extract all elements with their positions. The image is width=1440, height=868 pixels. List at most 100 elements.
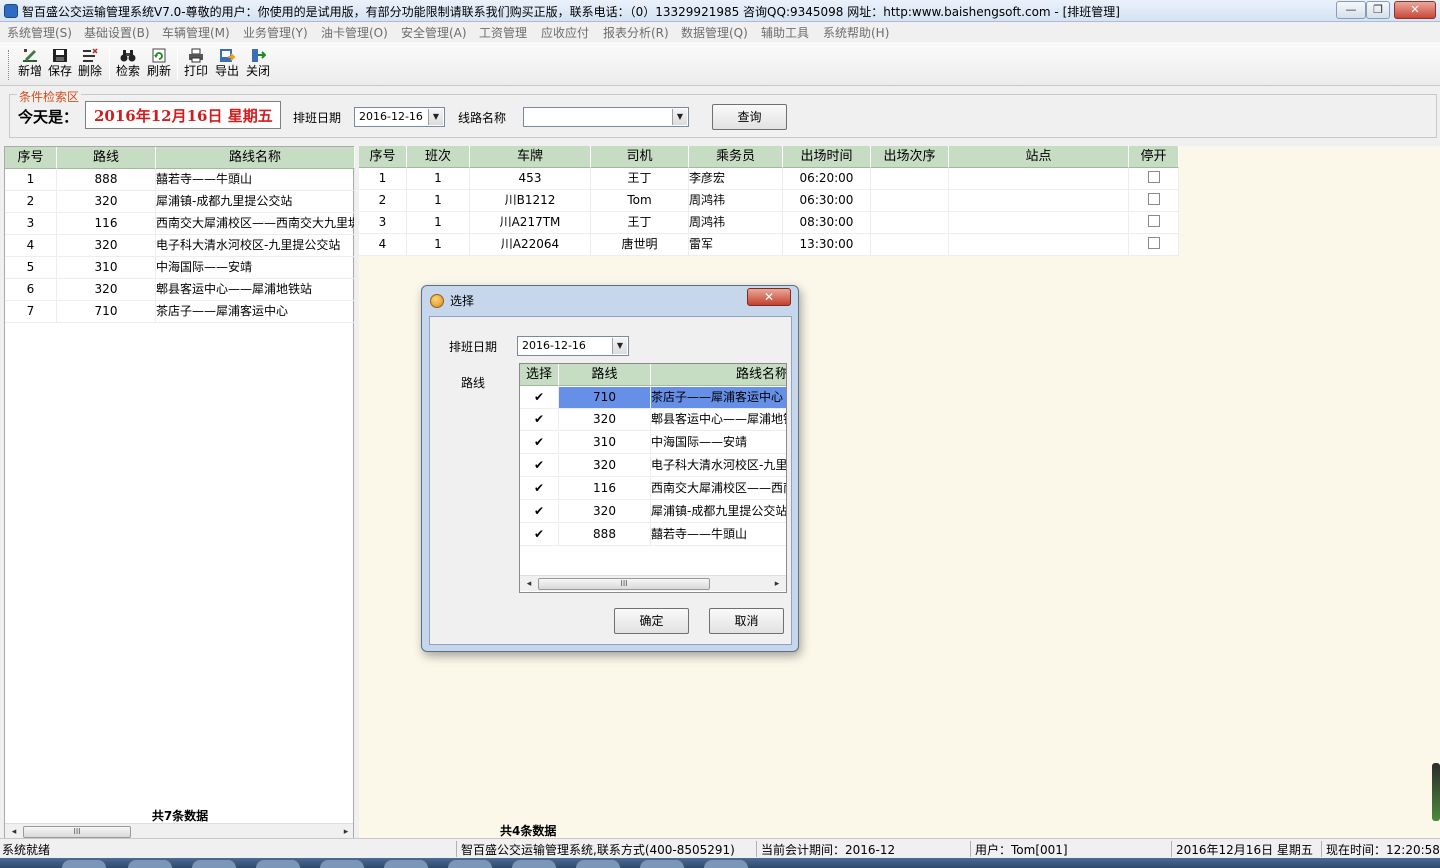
taskbar-app-icon[interactable]: [384, 860, 428, 868]
dropdown-arrow-icon[interactable]: ▼: [428, 109, 443, 125]
table-row[interactable]: 3 1 川A217TM 王丁 周鸿祎 08:30:00: [359, 212, 1179, 234]
column-header-station[interactable]: 站点: [949, 146, 1129, 168]
menu-system[interactable]: 系统管理(S): [7, 24, 72, 41]
delete-button[interactable]: 删除: [75, 46, 105, 84]
cancel-button[interactable]: 取消: [709, 608, 784, 634]
menu-basic-settings[interactable]: 基础设置(B): [84, 24, 150, 41]
cell-select[interactable]: ✔: [520, 524, 559, 546]
table-row[interactable]: ✔ 710 茶店子——犀浦客运中心: [520, 387, 786, 409]
suspend-checkbox[interactable]: [1148, 237, 1160, 249]
menu-receivables[interactable]: 应收应付: [541, 24, 589, 41]
suspend-checkbox[interactable]: [1148, 171, 1160, 183]
close-button[interactable]: ✕: [1394, 1, 1436, 19]
refresh-button[interactable]: 刷新: [144, 46, 174, 84]
taskbar-app-icon[interactable]: [62, 860, 106, 868]
column-header-conductor[interactable]: 乘务员: [689, 146, 783, 168]
menu-vehicles[interactable]: 车辆管理(M): [162, 24, 230, 41]
menu-help[interactable]: 系统帮助(H): [823, 24, 889, 41]
table-row[interactable]: ✔ 320 犀浦镇-成都九里提公交站: [520, 501, 786, 523]
menu-safety[interactable]: 安全管理(A): [401, 24, 467, 41]
column-header-depart-time[interactable]: 出场时间: [783, 146, 871, 168]
taskbar-app-icon[interactable]: [192, 860, 236, 868]
dialog-date-picker[interactable]: 2016-12-16 ▼: [517, 336, 629, 356]
cell-select[interactable]: ✔: [520, 478, 559, 500]
checkbox-checked-icon[interactable]: ✔: [534, 412, 544, 426]
column-header-route-name[interactable]: 路线名称: [651, 364, 786, 386]
cell-select[interactable]: ✔: [520, 432, 559, 454]
column-header-index[interactable]: 序号: [359, 146, 407, 168]
taskbar-app-icon[interactable]: [128, 860, 172, 868]
scroll-thumb[interactable]: III: [23, 826, 131, 838]
cell-select[interactable]: ✔: [520, 455, 559, 477]
taskbar-app-icon[interactable]: [448, 860, 492, 868]
menu-business[interactable]: 业务管理(Y): [243, 24, 308, 41]
table-row[interactable]: 1 1 453 王丁 李彦宏 06:20:00: [359, 168, 1179, 190]
checkbox-checked-icon[interactable]: ✔: [534, 458, 544, 472]
cell-select[interactable]: ✔: [520, 387, 559, 409]
add-button[interactable]: 新增: [15, 46, 45, 84]
taskbar-app-icon[interactable]: [576, 860, 620, 868]
suspend-checkbox[interactable]: [1148, 215, 1160, 227]
column-header-shift[interactable]: 班次: [407, 146, 470, 168]
maximize-button[interactable]: ❐: [1366, 1, 1390, 19]
menu-reports[interactable]: 报表分析(R): [603, 24, 669, 41]
menu-salary[interactable]: 工资管理: [479, 24, 527, 41]
route-name-select[interactable]: ▼: [523, 107, 689, 127]
save-button[interactable]: 保存: [45, 46, 75, 84]
close-tool-button[interactable]: 关闭: [243, 46, 273, 84]
taskbar-app-icon[interactable]: [256, 860, 300, 868]
dialog-close-button[interactable]: ✕: [747, 288, 791, 306]
table-row[interactable]: 7 710 茶店子——犀浦客运中心: [5, 301, 355, 323]
print-button[interactable]: 打印: [181, 46, 211, 84]
table-row[interactable]: 6 320 郫县客运中心——犀浦地铁站: [5, 279, 355, 301]
menu-data[interactable]: 数据管理(Q): [681, 24, 748, 41]
column-header-select[interactable]: 选择: [520, 364, 559, 386]
scroll-thumb[interactable]: III: [538, 578, 710, 590]
checkbox-checked-icon[interactable]: ✔: [534, 435, 544, 449]
column-header-suspend[interactable]: 停开: [1129, 146, 1179, 168]
ok-button[interactable]: 确定: [614, 608, 689, 634]
menu-tools[interactable]: 辅助工具: [761, 24, 809, 41]
table-row[interactable]: ✔ 116 西南交大犀浦校区——西南交大九里堤: [520, 478, 786, 500]
column-header-route[interactable]: 路线: [57, 147, 156, 169]
search-button[interactable]: 检索: [113, 46, 143, 84]
query-button[interactable]: 查询: [712, 104, 787, 130]
taskbar-app-icon[interactable]: [320, 860, 364, 868]
table-row[interactable]: 3 116 西南交大犀浦校区——西南交大九里堤: [5, 213, 355, 235]
checkbox-checked-icon[interactable]: ✔: [534, 481, 544, 495]
left-horizontal-scrollbar[interactable]: ◂ III ▸: [5, 823, 353, 839]
table-row[interactable]: 2 320 犀浦镇-成都九里提公交站: [5, 191, 355, 213]
table-row[interactable]: 4 320 电子科大清水河校区-九里提公交站: [5, 235, 355, 257]
table-row[interactable]: 5 310 中海国际——安靖: [5, 257, 355, 279]
cell-select[interactable]: ✔: [520, 409, 559, 431]
table-row[interactable]: 2 1 川B1212 Tom 周鸿祎 06:30:00: [359, 190, 1179, 212]
scroll-left-arrow[interactable]: ◂: [522, 577, 536, 591]
column-header-route[interactable]: 路线: [559, 364, 651, 386]
scroll-right-arrow[interactable]: ▸: [770, 577, 784, 591]
scroll-right-arrow[interactable]: ▸: [339, 825, 353, 839]
column-header-driver[interactable]: 司机: [591, 146, 689, 168]
checkbox-checked-icon[interactable]: ✔: [534, 504, 544, 518]
suspend-checkbox[interactable]: [1148, 193, 1160, 205]
taskbar-app-icon[interactable]: [704, 860, 748, 868]
export-button[interactable]: 导出: [212, 46, 242, 84]
taskbar-app-icon[interactable]: [640, 860, 684, 868]
cell-select[interactable]: ✔: [520, 501, 559, 523]
checkbox-checked-icon[interactable]: ✔: [534, 390, 544, 404]
column-header-index[interactable]: 序号: [5, 147, 57, 169]
schedule-date-picker[interactable]: 2016-12-16 ▼: [354, 107, 445, 127]
table-row[interactable]: ✔ 310 中海国际——安靖: [520, 432, 786, 454]
taskbar-app-icon[interactable]: [512, 860, 556, 868]
menu-fuel-card[interactable]: 油卡管理(O): [321, 24, 388, 41]
table-row[interactable]: 4 1 川A22064 唐世明 雷军 13:30:00: [359, 234, 1179, 256]
checkbox-checked-icon[interactable]: ✔: [534, 527, 544, 541]
table-row[interactable]: ✔ 888 囍若寺——牛頭山: [520, 524, 786, 546]
column-header-depart-order[interactable]: 出场次序: [871, 146, 949, 168]
scroll-left-arrow[interactable]: ◂: [7, 825, 21, 839]
dropdown-arrow-icon[interactable]: ▼: [672, 109, 687, 125]
table-row[interactable]: ✔ 320 郫县客运中心——犀浦地铁站: [520, 409, 786, 431]
dialog-horizontal-scrollbar[interactable]: ◂ III ▸: [520, 575, 786, 591]
table-row[interactable]: ✔ 320 电子科大清水河校区-九里提公交站: [520, 455, 786, 477]
column-header-plate[interactable]: 车牌: [470, 146, 591, 168]
dropdown-arrow-icon[interactable]: ▼: [612, 338, 627, 354]
